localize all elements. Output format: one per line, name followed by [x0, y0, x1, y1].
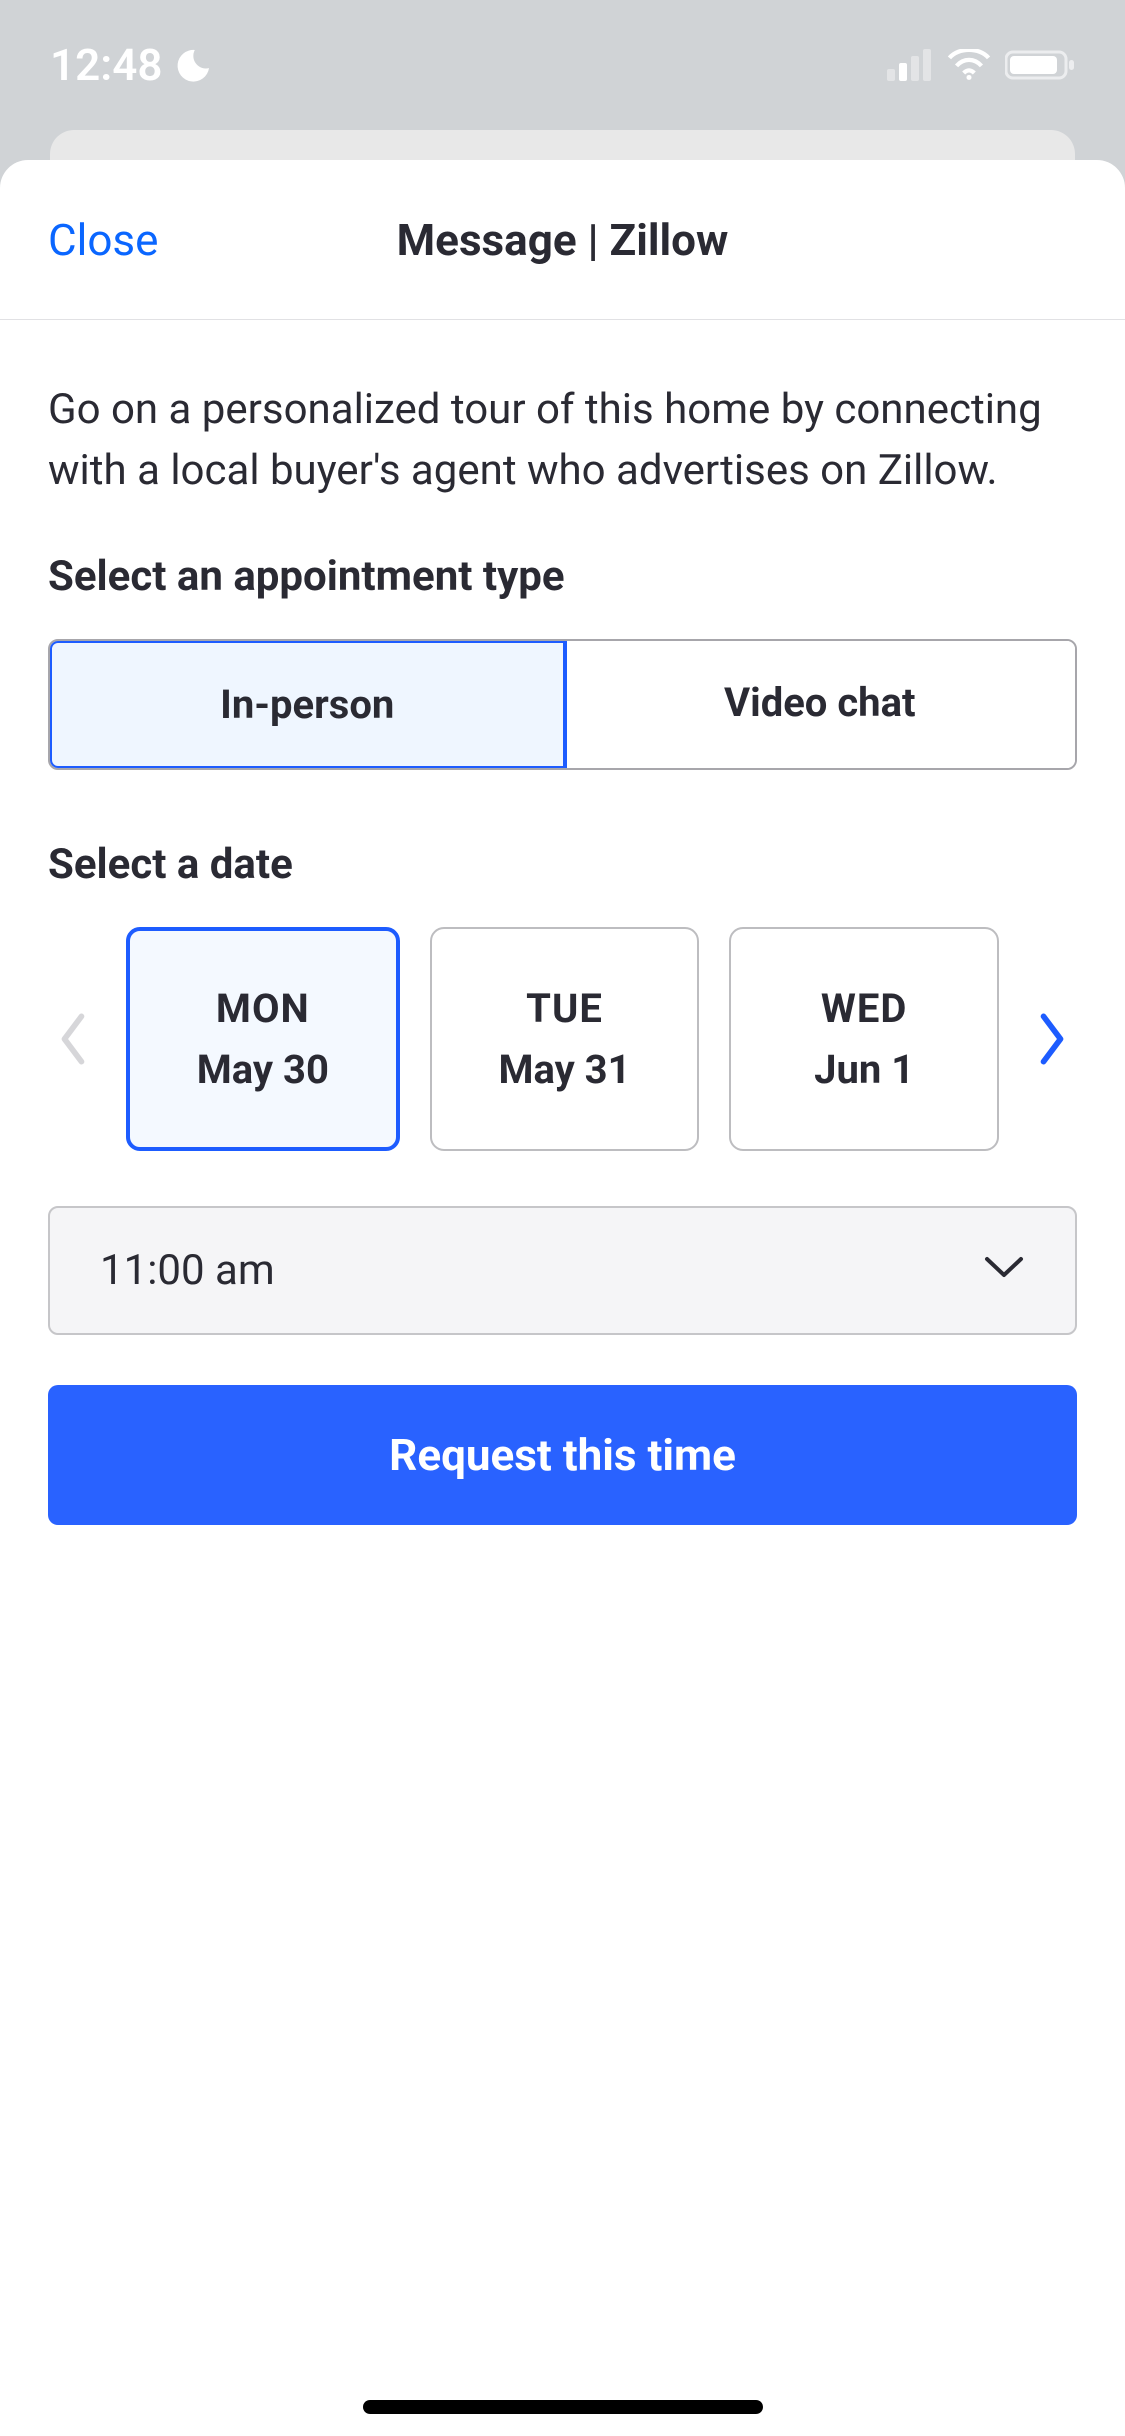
- time-value: 11:00 am: [100, 1246, 275, 1295]
- close-button[interactable]: Close: [48, 214, 158, 266]
- cellular-icon: [887, 49, 933, 81]
- home-indicator[interactable]: [363, 2400, 763, 2414]
- status-left: 12:48: [50, 39, 213, 91]
- date-next-button[interactable]: [1027, 999, 1077, 1079]
- chevron-down-icon: [983, 1255, 1025, 1285]
- status-time: 12:48: [50, 39, 163, 91]
- time-select[interactable]: 11:00 am: [48, 1206, 1077, 1335]
- date-date: May 30: [130, 1046, 396, 1093]
- battery-icon: [1005, 49, 1075, 81]
- request-time-button[interactable]: Request this time: [48, 1385, 1077, 1525]
- date-date: Jun 1: [731, 1046, 997, 1093]
- status-right: [887, 49, 1075, 81]
- date-day: TUE: [432, 985, 698, 1032]
- intro-text: Go on a personalized tour of this home b…: [48, 380, 1077, 502]
- appointment-type-segmented: In-person Video chat: [48, 639, 1077, 770]
- wifi-icon: [947, 49, 991, 81]
- date-day: MON: [130, 985, 396, 1032]
- segment-in-person[interactable]: In-person: [48, 639, 567, 770]
- chevron-right-icon: [1035, 1010, 1069, 1068]
- date-card-1[interactable]: TUE May 31: [430, 927, 700, 1151]
- segment-video-chat[interactable]: Video chat: [565, 641, 1076, 768]
- select-date-label: Select a date: [48, 840, 1077, 889]
- date-date: May 31: [432, 1046, 698, 1093]
- date-card-2[interactable]: WED Jun 1: [729, 927, 999, 1151]
- date-prev-button[interactable]: [48, 999, 98, 1079]
- sheet-title: Message | Zillow: [397, 214, 729, 266]
- modal-sheet: Close Message | Zillow Go on a personali…: [0, 160, 1125, 2436]
- date-card-0[interactable]: MON May 30: [126, 927, 400, 1151]
- date-day: WED: [731, 985, 997, 1032]
- sheet-header: Close Message | Zillow: [0, 160, 1125, 320]
- date-cards: MON May 30 TUE May 31 WED Jun 1: [126, 927, 999, 1151]
- do-not-disturb-icon: [175, 46, 213, 84]
- appointment-type-label: Select an appointment type: [48, 552, 1077, 601]
- chevron-left-icon: [56, 1010, 90, 1068]
- status-bar: 12:48: [0, 0, 1125, 130]
- date-picker-row: MON May 30 TUE May 31 WED Jun 1: [48, 927, 1077, 1151]
- sheet-body: Go on a personalized tour of this home b…: [0, 320, 1125, 1525]
